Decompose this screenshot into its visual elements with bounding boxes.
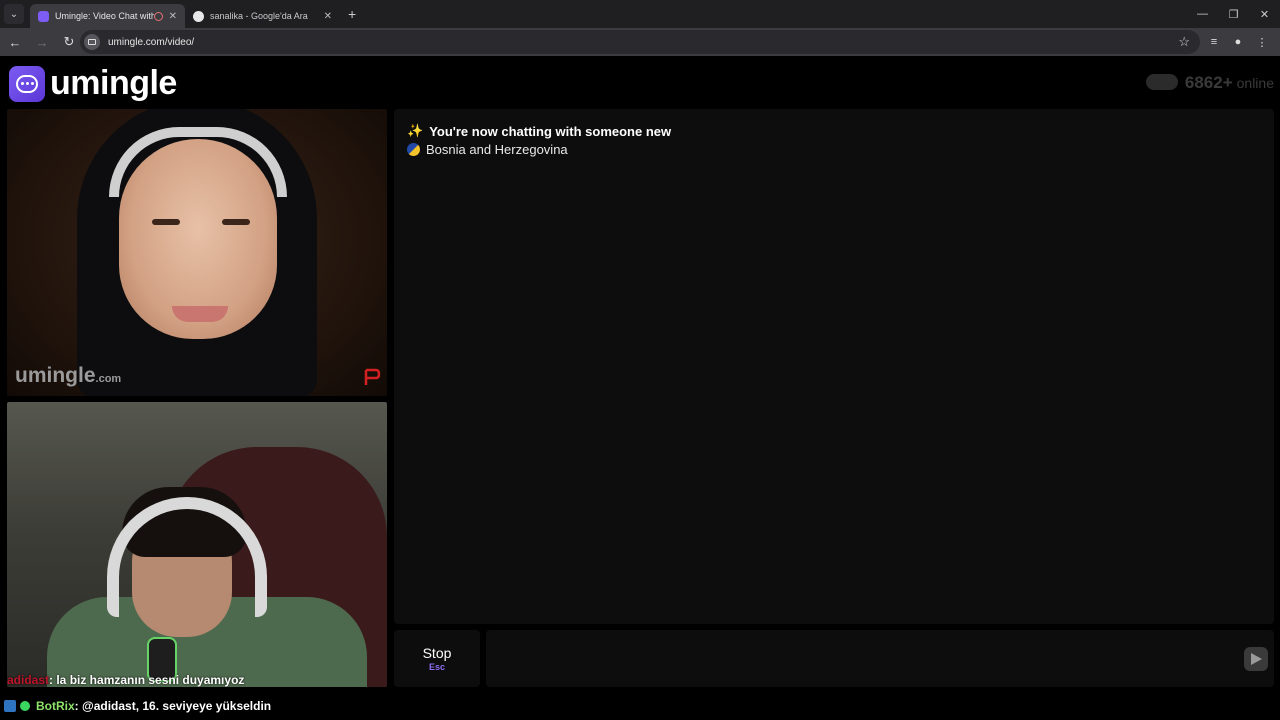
close-window-icon[interactable]: ✕ (1249, 0, 1280, 28)
umingle-watermark: umingle.com (15, 364, 121, 388)
stream-bot-overlay: BotRix : @adidast, 16. seviyeye yükseldi… (0, 697, 271, 715)
tab-close-icon[interactable]: ✕ (169, 11, 177, 22)
bot-name: BotRix (36, 699, 75, 713)
online-toggle[interactable] (1145, 74, 1178, 90)
stop-button[interactable]: Stop Esc (394, 630, 480, 687)
tab-title: Umingle: Video Chat with S (55, 11, 154, 21)
umingle-page: umingle 6862+ online umingle.com adidast… (0, 56, 1280, 720)
message-input[interactable] (486, 630, 1274, 687)
reload-icon[interactable]: ↻ (57, 30, 81, 54)
send-icon[interactable] (1244, 647, 1268, 671)
tab-title: sanalika - Google'da Ara (210, 11, 308, 21)
online-label: online (1236, 75, 1274, 91)
online-count: 6862+ (1184, 73, 1233, 92)
restore-icon[interactable]: ❐ (1218, 0, 1249, 28)
tab-search-button[interactable]: ⌄ (4, 4, 24, 24)
system-message: ✨ You're now chatting with someone new (407, 123, 671, 139)
profile-icon[interactable]: ● (1226, 30, 1250, 54)
url-omnibox[interactable]: umingle.com/video/ ☆ (80, 30, 1200, 54)
stop-shortcut-key: Esc (428, 662, 445, 672)
watermark-text: umingle (15, 364, 96, 387)
online-indicator: 6862+ online (1145, 72, 1274, 93)
overlay-message: : la biz hamzanın sesni duyamıyoz (49, 673, 245, 687)
bot-message: : @adidast, 16. seviyeye yükseldin (74, 699, 272, 713)
menu-kebab-icon[interactable]: ⋮ (1250, 30, 1274, 54)
partner-country: Bosnia and Herzegovina (407, 142, 568, 157)
remote-video-right-eye-shape (222, 219, 250, 225)
local-video: adidast: la biz hamzanın sesni duyamıyoz (7, 402, 387, 687)
remote-video: umingle.com (7, 109, 387, 396)
bosnia-flag-icon (407, 143, 420, 156)
recording-icon (153, 11, 163, 21)
chat-bubble-logo-icon (9, 65, 45, 102)
remote-video-left-eye-shape (152, 219, 180, 225)
minimize-icon[interactable]: — (1187, 0, 1218, 28)
back-arrow-icon[interactable]: ← (3, 30, 27, 54)
verified-badge-icon (20, 701, 30, 711)
overlay-nick: adidast (7, 673, 50, 687)
sparkle-icon: ✨ (407, 123, 424, 138)
google-favicon-icon (193, 10, 204, 22)
media-controls-icon[interactable]: ≡ (1202, 30, 1226, 54)
watermark-suffix: .com (95, 373, 122, 385)
bot-badge-icon (4, 700, 16, 712)
tab-close-icon[interactable]: ✕ (324, 11, 332, 22)
remote-video-mouth-shape (172, 306, 228, 322)
url-text[interactable]: umingle.com/video/ (108, 37, 1178, 48)
tab-umingle[interactable]: Umingle: Video Chat with S ✕ (30, 4, 185, 28)
umingle-favicon-icon (38, 10, 49, 22)
umingle-logo[interactable]: umingle (9, 64, 177, 103)
logo-text: umingle (50, 64, 177, 102)
tab-google-search[interactable]: sanalika - Google'da Ara ✕ (185, 4, 340, 28)
report-flag-icon[interactable] (363, 368, 381, 386)
forward-arrow-icon[interactable]: → (30, 30, 54, 54)
stream-chat-overlay-message: adidast: la biz hamzanın sesni duyamıyoz (7, 673, 244, 687)
chat-panel: ✨ You're now chatting with someone new B… (394, 109, 1274, 624)
address-bar: ← → ↻ umingle.com/video/ ☆ ≡ ● ⋮ (0, 28, 1280, 56)
new-tab-plus-icon[interactable]: + (348, 6, 356, 22)
bookmark-star-icon[interactable]: ☆ (1178, 34, 1190, 50)
country-text: Bosnia and Herzegovina (426, 142, 568, 157)
window-controls: — ❐ ✕ (1187, 0, 1280, 28)
status-message-text: You're now chatting with someone new (429, 123, 672, 139)
site-info-icon[interactable] (84, 34, 100, 50)
browser-tab-bar: ⌄ Umingle: Video Chat with S ✕ sanalika … (0, 0, 1280, 28)
stop-label: Stop (422, 645, 452, 661)
